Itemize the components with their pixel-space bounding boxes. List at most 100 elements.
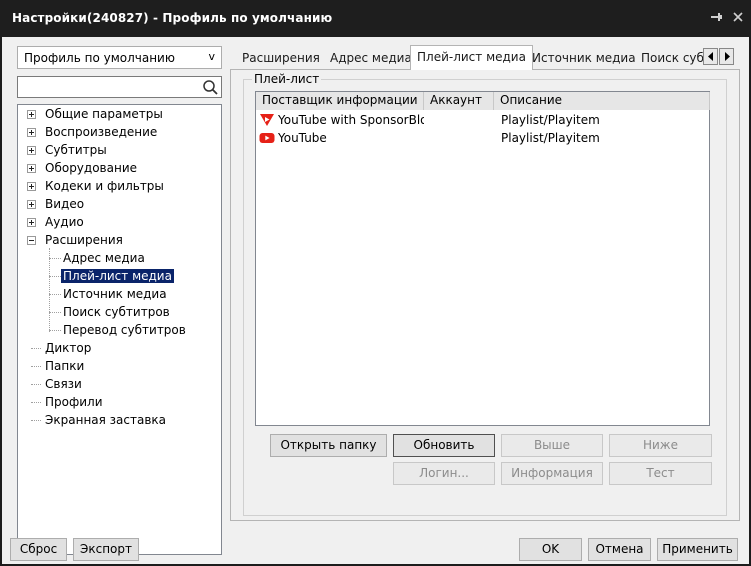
tree-item-subtitle-translation[interactable]: Перевод субтитров — [61, 321, 188, 339]
chevron-down-icon: v — [208, 50, 215, 63]
tree-item-screensaver[interactable]: Экранная заставка — [43, 411, 168, 429]
tree-connector — [31, 348, 41, 349]
tree-item-general[interactable]: Общие параметры — [27, 105, 165, 123]
tree-item-media-source[interactable]: Источник медиа — [61, 285, 169, 303]
tree-item-label: Источник медиа — [63, 287, 167, 301]
tree-connector — [49, 294, 61, 295]
tree-item-media-playlist[interactable]: Плей-лист медиа — [61, 267, 174, 285]
tree-item-label: Экранная заставка — [45, 413, 167, 427]
expand-plus-icon[interactable] — [27, 110, 36, 119]
login-button[interactable]: Логин... — [393, 462, 495, 485]
collapse-minus-icon[interactable] — [27, 236, 36, 245]
expand-plus-icon[interactable] — [27, 146, 36, 155]
tree-item-label: Видео — [45, 197, 85, 211]
tree-connector — [49, 312, 61, 313]
tree-item-label: Общие параметры — [45, 107, 163, 121]
expand-plus-icon[interactable] — [27, 200, 36, 209]
search-icon[interactable] — [202, 79, 219, 96]
list-row[interactable]: YouTube Playlist/Playitem — [256, 129, 709, 147]
dialog-client-area: Профиль по умолчанию v Общие параметры В — [2, 37, 749, 564]
ok-button[interactable]: OK — [519, 538, 582, 561]
column-header-provider[interactable]: Поставщик информации — [256, 92, 424, 110]
test-button[interactable]: Тест — [609, 462, 712, 485]
search-input[interactable] — [21, 77, 201, 96]
close-icon[interactable] — [730, 9, 746, 25]
tree-connector — [49, 258, 61, 259]
provider-name: YouTube — [278, 131, 327, 145]
tree-item-label: Связи — [45, 377, 82, 391]
tree-item-video[interactable]: Видео — [27, 195, 86, 213]
profile-dropdown[interactable]: Профиль по умолчанию v — [17, 46, 222, 69]
tree-item-playback[interactable]: Воспроизведение — [27, 123, 159, 141]
tab-strip: Расширения Адрес медиа Плей-лист медиа И… — [230, 45, 740, 70]
tree-item-subtitles[interactable]: Субтитры — [27, 141, 109, 159]
expand-plus-icon[interactable] — [27, 218, 36, 227]
tree-item-audio[interactable]: Аудио — [27, 213, 86, 231]
playlist-group-label: Плей-лист — [252, 72, 322, 86]
tree-connector — [31, 384, 41, 385]
move-up-button[interactable]: Выше — [501, 434, 603, 457]
expand-plus-icon[interactable] — [27, 182, 36, 191]
tree-item-extensions[interactable]: Расширения — [27, 231, 125, 249]
refresh-button[interactable]: Обновить — [393, 434, 495, 457]
tree-item-label: Плей-лист медиа — [61, 269, 174, 283]
expand-plus-icon[interactable] — [27, 128, 36, 137]
window-title: Настройки(240827) - Профиль по умолчанию — [12, 11, 333, 25]
tree-item-label: Адрес медиа — [63, 251, 145, 265]
playlist-group: Плей-лист Поставщик информации Аккаунт О… — [243, 72, 727, 516]
tree-item-label: Перевод субтитров — [63, 323, 186, 337]
tree-item-label: Кодеки и фильтры — [45, 179, 164, 193]
info-button[interactable]: Информация — [501, 462, 603, 485]
open-folder-button[interactable]: Открыть папку — [270, 434, 387, 457]
youtube-sponsorblock-icon — [260, 114, 274, 126]
dialog-footer: Сброс Экспорт OK Отмена Применить — [2, 530, 749, 564]
tree-item-label: Аудио — [45, 215, 84, 229]
list-header: Поставщик информации Аккаунт Описание — [256, 92, 710, 110]
tab-subtitle-search[interactable]: Поиск субт — [635, 49, 703, 69]
expand-plus-icon[interactable] — [27, 164, 36, 173]
search-field[interactable] — [17, 76, 222, 98]
tree-item-label: Субтитры — [45, 143, 107, 157]
tab-extensions[interactable]: Расширения — [236, 49, 326, 69]
list-row[interactable]: YouTube with SponsorBlo... Playlist/Play… — [256, 111, 709, 129]
provider-list[interactable]: Поставщик информации Аккаунт Описание Yo… — [255, 91, 710, 426]
tree-item-label: Диктор — [45, 341, 92, 355]
tab-scroll-right[interactable] — [719, 48, 734, 65]
cancel-button[interactable]: Отмена — [588, 538, 651, 561]
tree-item-folders[interactable]: Папки — [43, 357, 86, 375]
description-cell: Playlist/Playitem — [501, 113, 600, 127]
reset-button[interactable]: Сброс — [10, 538, 67, 561]
tree-connector — [31, 420, 41, 421]
tree-connector — [31, 366, 41, 367]
apply-button[interactable]: Применить — [657, 538, 738, 561]
pin-icon[interactable] — [708, 9, 724, 25]
tab-media-source[interactable]: Источник медиа — [526, 49, 642, 69]
tree-connector — [49, 330, 61, 331]
title-bar: Настройки(240827) - Профиль по умолчанию — [0, 0, 751, 37]
move-down-button[interactable]: Ниже — [609, 434, 712, 457]
tree-item-associations[interactable]: Связи — [43, 375, 84, 393]
tree-item-hardware[interactable]: Оборудование — [27, 159, 139, 177]
description-cell: Playlist/Playitem — [501, 131, 600, 145]
tab-panel-playlist: Плей-лист Поставщик информации Аккаунт О… — [230, 69, 740, 521]
tab-media-address[interactable]: Адрес медиа — [324, 49, 418, 69]
tab-scroll-left[interactable] — [703, 48, 718, 65]
tree-item-media-address[interactable]: Адрес медиа — [61, 249, 147, 267]
tree-connector — [49, 276, 61, 277]
tree-item-label: Расширения — [45, 233, 123, 247]
tree-item-codecs[interactable]: Кодеки и фильтры — [27, 177, 166, 195]
provider-name: YouTube with SponsorBlo... — [278, 113, 424, 127]
youtube-icon — [259, 133, 275, 143]
tree-item-label: Профили — [45, 395, 103, 409]
tree-item-narrator[interactable]: Диктор — [43, 339, 93, 357]
tab-media-playlist[interactable]: Плей-лист медиа — [410, 45, 533, 70]
tree-connector — [31, 402, 41, 403]
tree-item-profiles[interactable]: Профили — [43, 393, 105, 411]
export-button[interactable]: Экспорт — [73, 538, 139, 561]
column-header-account[interactable]: Аккаунт — [424, 92, 494, 110]
settings-tree[interactable]: Общие параметры Воспроизведение Субтитры… — [17, 104, 222, 555]
tree-item-label: Папки — [45, 359, 85, 373]
column-header-description[interactable]: Описание — [494, 92, 710, 110]
tree-item-subtitle-search[interactable]: Поиск субтитров — [61, 303, 172, 321]
tree-item-label: Воспроизведение — [45, 125, 158, 139]
